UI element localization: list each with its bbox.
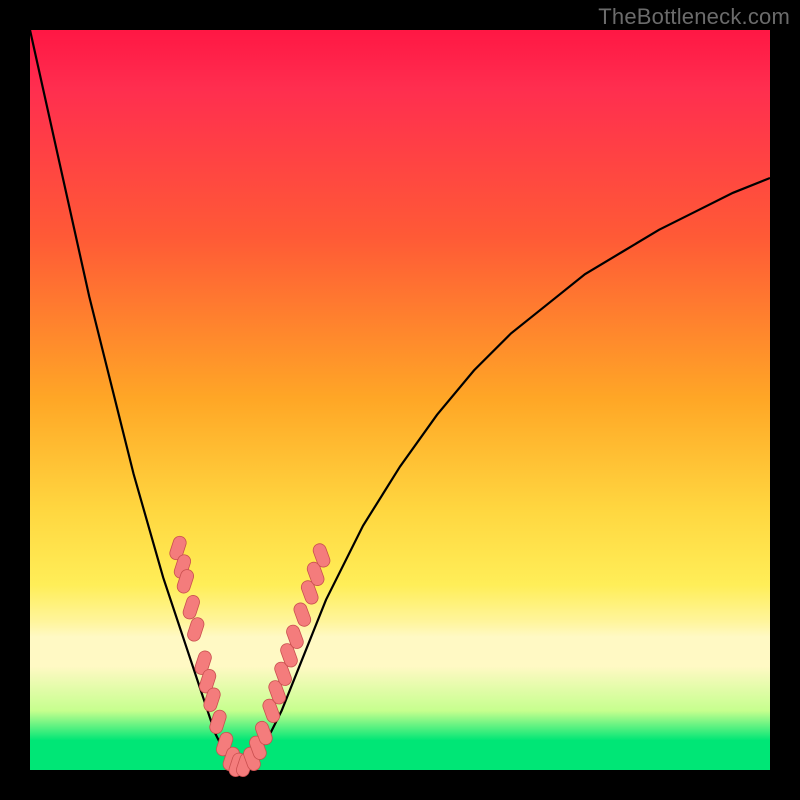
data-marker bbox=[292, 601, 312, 628]
outer-black-frame: TheBottleneck.com bbox=[0, 0, 800, 800]
data-marker bbox=[186, 616, 206, 643]
watermark-text: TheBottleneck.com bbox=[598, 4, 790, 30]
data-marker bbox=[208, 708, 228, 735]
bottleneck-chart bbox=[30, 30, 770, 770]
marker-group-right bbox=[242, 542, 332, 772]
marker-group-left bbox=[168, 535, 254, 779]
curve-group bbox=[30, 30, 770, 766]
bottleneck-curve-path bbox=[30, 30, 770, 766]
data-marker bbox=[181, 594, 201, 621]
